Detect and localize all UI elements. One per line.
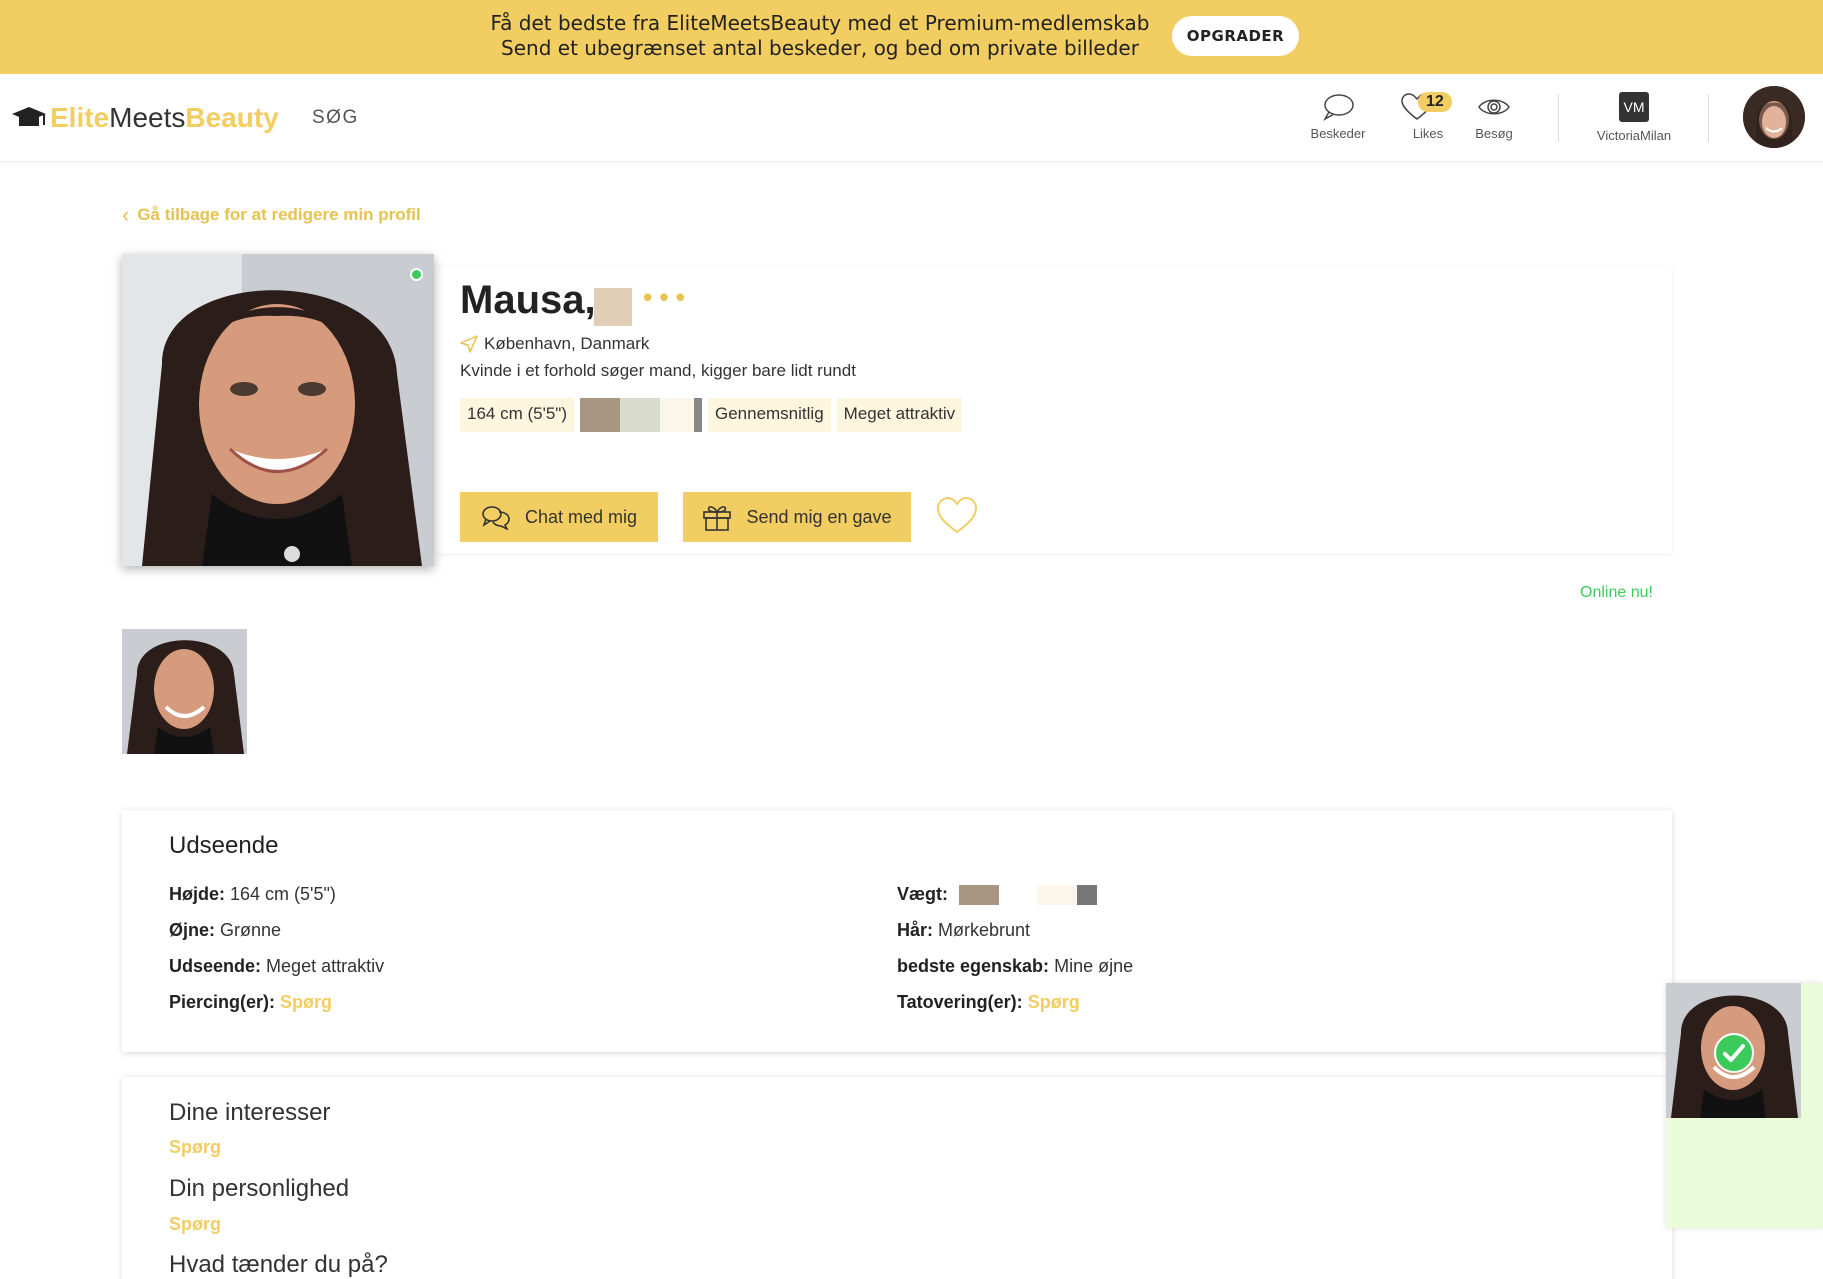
chat-bubble-icon	[1323, 94, 1354, 121]
nav-vm-label: VictoriaMilan	[1596, 128, 1672, 143]
thumbnail-image	[122, 629, 247, 754]
logo-beauty: Beauty	[185, 102, 279, 133]
location-arrow-icon	[460, 335, 478, 353]
send-gift-button[interactable]: Send mig en gave	[683, 492, 911, 542]
personality-question: Din personlighed	[169, 1175, 350, 1202]
banner-text: Få det bedste fra EliteMeetsBeauty med e…	[460, 11, 1180, 61]
header-divider	[1708, 94, 1709, 142]
photo-thumbnail[interactable]	[122, 629, 247, 754]
vm-logo-icon: VM	[1619, 92, 1649, 122]
attr-tattoo: Tatovering(er): Spørg	[897, 992, 1080, 1013]
premium-banner: Få det bedste fra EliteMeetsBeauty med e…	[0, 0, 1823, 74]
avatar-portrait-icon	[1743, 86, 1805, 148]
likes-count-badge: 12	[1418, 92, 1452, 112]
looks-chip: Meget attraktiv	[836, 398, 963, 432]
profile-photo-image	[122, 254, 434, 566]
attr-best-label: bedste egenskab:	[897, 956, 1050, 976]
gift-button-label: Send mig en gave	[746, 506, 892, 527]
attr-hair: Hår: Mørkebrunt	[897, 920, 1030, 941]
location-text: København, Danmark	[484, 334, 650, 353]
top-navbar: Elite Meets Beauty SØG Beskeder 12 Likes B…	[0, 74, 1823, 162]
back-link-label: Gå tilbage for at redigere min profil	[137, 205, 421, 224]
attr-hair-label: Hår:	[897, 920, 934, 940]
appearance-title: Udseende	[169, 832, 279, 859]
profile-chips: 164 cm (5'5") Gennemsnitlig Meget attrak…	[460, 398, 963, 432]
banner-line-2: Send et ubegrænset antal beskeder, og be…	[501, 36, 1139, 60]
chat-with-me-button[interactable]: Chat med mig	[460, 492, 658, 542]
header-divider	[1558, 94, 1559, 142]
like-heart-icon[interactable]	[936, 496, 978, 536]
profile-location: København, Danmark	[460, 334, 649, 354]
age-blurred	[594, 288, 632, 326]
chevron-left-icon: ‹	[122, 202, 130, 227]
body-type-chip: Gennemsnitlig	[707, 398, 831, 432]
nav-messages[interactable]: Beskeder	[1300, 92, 1376, 141]
attr-hair-value: Mørkebrunt	[938, 920, 1031, 940]
attr-looks-value: Meget attraktiv	[266, 956, 385, 976]
verified-check-icon	[1714, 1033, 1754, 1073]
attr-tattoo-ask[interactable]: Spørg	[1028, 992, 1080, 1012]
attr-tattoo-label: Tatovering(er):	[897, 992, 1023, 1012]
weight-chip-blurred	[579, 398, 702, 432]
nav-likes[interactable]: 12 Likes	[1390, 92, 1466, 141]
chat-button-label: Chat med mig	[524, 506, 638, 527]
appearance-section: Udseende Højde: 164 cm (5'5") Øjne: Grøn…	[122, 810, 1672, 1052]
attr-looks: Udseende: Meget attraktiv	[169, 956, 384, 977]
interests-section: Dine interesser Spørg Din personlighed S…	[122, 1077, 1672, 1279]
eye-icon	[1478, 99, 1510, 115]
banner-line-1: Få det bedste fra EliteMeetsBeauty med e…	[490, 11, 1150, 35]
nav-search-link[interactable]: SØG	[312, 107, 359, 129]
nav-likes-label: Likes	[1412, 126, 1444, 141]
back-to-edit-profile-link[interactable]: ‹ Gå tilbage for at redigere min profil	[122, 202, 421, 228]
profile-main-photo[interactable]	[122, 254, 434, 566]
attr-best-value: Mine øjne	[1054, 956, 1134, 976]
profile-tagline: Kvinde i et forhold søger mand, kigger b…	[460, 361, 856, 380]
online-now-label: Online nu!	[1580, 584, 1653, 601]
online-status-dot	[410, 268, 423, 281]
site-logo[interactable]: Elite Meets Beauty	[10, 102, 279, 134]
attr-weight-label: Vægt:	[897, 884, 948, 904]
attr-piercing: Piercing(er): Spørg	[169, 992, 332, 1013]
attr-weight: Vægt:	[897, 884, 1098, 906]
nav-victoriamilan[interactable]: VM VictoriaMilan	[1584, 92, 1684, 143]
nav-messages-label: Beskeder	[1310, 126, 1366, 141]
attr-height-label: Højde:	[169, 884, 225, 904]
attr-height: Højde: 164 cm (5'5")	[169, 884, 336, 905]
graduation-cap-icon	[12, 107, 46, 126]
attr-height-value: 164 cm (5'5")	[230, 884, 336, 904]
user-avatar[interactable]	[1743, 86, 1805, 148]
gift-icon	[703, 506, 732, 531]
logo-meets: Meets	[109, 102, 186, 133]
attr-eyes: Øjne: Grønne	[169, 920, 281, 941]
profile-name: Mausa,	[460, 278, 596, 322]
nav-visits[interactable]: Besøg	[1456, 92, 1532, 141]
attr-eyes-value: Grønne	[220, 920, 282, 940]
attr-best-feature: bedste egenskab: Mine øjne	[897, 956, 1133, 977]
personality-ask[interactable]: Spørg	[169, 1214, 221, 1235]
interests-ask[interactable]: Spørg	[169, 1137, 221, 1158]
upgrade-button[interactable]: OPGRADER	[1172, 16, 1299, 56]
attr-looks-label: Udseende:	[169, 956, 262, 976]
turn-ons-question: Hvad tænder du på?	[169, 1251, 388, 1278]
nav-visits-label: Besøg	[1475, 126, 1513, 141]
attr-piercing-ask[interactable]: Spørg	[280, 992, 332, 1012]
height-chip: 164 cm (5'5")	[460, 398, 574, 432]
more-options-icon[interactable]: •••	[640, 284, 689, 314]
attr-weight-blurred	[959, 885, 1098, 906]
chat-bubbles-icon	[482, 506, 510, 530]
attr-eyes-label: Øjne:	[169, 920, 216, 940]
interests-question: Dine interesser	[169, 1099, 331, 1126]
attr-piercing-label: Piercing(er):	[169, 992, 276, 1012]
logo-elite: Elite	[50, 102, 110, 133]
